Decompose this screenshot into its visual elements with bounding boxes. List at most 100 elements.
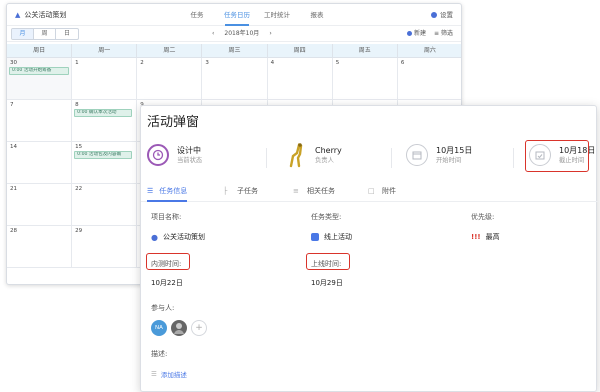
- weekday: 周三: [202, 44, 268, 57]
- project-icon: ▲: [15, 10, 21, 19]
- day-number: 28: [10, 228, 17, 234]
- view-switcher: 月 周 日: [11, 27, 79, 40]
- add-description-link[interactable]: ☰ 添加描述: [151, 369, 187, 379]
- calendar-event[interactable]: 0:00 活动开始筹备: [9, 67, 69, 75]
- calendar-event[interactable]: 0:00 活动包及内容确: [74, 151, 133, 159]
- priority-icon: !!!: [471, 233, 481, 241]
- owner-label: 负责人: [315, 156, 334, 164]
- related-icon: ≡: [293, 186, 299, 195]
- day-number: 21: [10, 186, 17, 192]
- day-number: 15: [75, 144, 83, 150]
- tab-label: 子任务: [237, 187, 258, 195]
- day-cell[interactable]: 6: [398, 58, 461, 99]
- tab-tasks[interactable]: 任务: [177, 4, 217, 26]
- divider: [266, 148, 267, 168]
- new-button[interactable]: 新建: [407, 26, 426, 42]
- owner-item[interactable]: Cherry 负责人: [283, 142, 342, 168]
- weekday: 周五: [333, 44, 398, 57]
- avatar[interactable]: NA: [151, 320, 167, 336]
- launch-time-highlight: [306, 253, 350, 270]
- main-tabs: 任务 任务日历 工时统计 报表: [177, 4, 337, 26]
- view-week-button[interactable]: 周: [34, 28, 56, 39]
- day-cell[interactable]: 1: [72, 58, 138, 99]
- week-row: 30 0:00 活动开始筹备 1 2 3 4 5 6: [7, 58, 461, 100]
- day-cell[interactable]: 29: [72, 226, 138, 267]
- team-icon: ●: [151, 232, 158, 242]
- day-cell[interactable]: 5: [333, 58, 398, 99]
- avatar[interactable]: [171, 320, 187, 336]
- task-popup: 活动弹窗 设计中 当前状态 Cherry 负责人 10月15日 开始时间 10月18日…: [140, 105, 598, 392]
- tab-task-calendar[interactable]: 任务日历: [217, 4, 257, 26]
- calendar-toolbar: 月 周 日 ‹ 2018年10月 › 新建 ≡ 筛选: [7, 26, 461, 42]
- text-icon: ☰: [151, 370, 157, 378]
- giraffe-avatar-icon: [289, 143, 303, 168]
- tab-attachments[interactable]: □ 附件: [368, 182, 396, 200]
- day-cell[interactable]: 2: [137, 58, 203, 99]
- status-value: 设计中: [177, 145, 201, 155]
- day-number: 7: [10, 102, 14, 108]
- day-cell[interactable]: 4: [268, 58, 333, 99]
- filter-icon: ≡: [434, 29, 441, 37]
- day-cell[interactable]: 7: [7, 100, 73, 141]
- day-number: 3: [205, 60, 209, 66]
- filter-button[interactable]: ≡ 筛选: [434, 26, 453, 42]
- prev-month-icon[interactable]: ‹: [212, 26, 214, 42]
- priority-value[interactable]: !!! 最高: [471, 232, 500, 242]
- tab-reports[interactable]: 报表: [297, 4, 337, 26]
- day-number: 22: [75, 186, 83, 192]
- next-month-icon[interactable]: ›: [269, 26, 271, 42]
- day-cell[interactable]: 14: [7, 142, 73, 183]
- tab-worktime[interactable]: 工时统计: [257, 4, 297, 26]
- weekday: 周四: [268, 44, 333, 57]
- task-type-value[interactable]: 线上活动: [311, 232, 352, 242]
- priority-text: 最高: [485, 233, 500, 241]
- project-title[interactable]: ▲ 公关活动策划: [15, 10, 66, 20]
- project-name-text: 公关活动策划: [162, 233, 205, 241]
- divider: [513, 148, 514, 168]
- month-nav: ‹ 2018年10月 ›: [212, 26, 272, 42]
- tab-related-tasks[interactable]: ≡ 相关任务: [293, 182, 335, 200]
- launch-time-value[interactable]: 10月29日: [311, 278, 343, 288]
- status-item[interactable]: 设计中 当前状态: [147, 144, 202, 166]
- attachment-icon: □: [368, 186, 375, 195]
- weekday: 周一: [72, 44, 138, 57]
- day-number: 29: [75, 228, 83, 234]
- internal-test-highlight: [146, 253, 190, 270]
- owner-value: Cherry: [315, 145, 342, 155]
- subtask-icon: ├: [223, 186, 228, 195]
- day-number: 6: [400, 60, 405, 66]
- calendar-event[interactable]: 0:00 确认本次活动: [74, 109, 133, 117]
- day-cell[interactable]: 3: [202, 58, 268, 99]
- start-time-item[interactable]: 10月15日 开始时间: [406, 144, 472, 166]
- day-cell[interactable]: 8 0:00 确认本次活动: [72, 100, 138, 141]
- month-label: 2018年10月: [224, 29, 260, 37]
- project-name-value[interactable]: ● 公关活动策划: [151, 232, 205, 242]
- day-cell[interactable]: 28: [7, 226, 73, 267]
- participants-label: 参与人:: [151, 304, 175, 312]
- divider: [391, 148, 392, 168]
- priority-label: 优先级:: [471, 213, 495, 221]
- weekday: 周二: [137, 44, 203, 57]
- day-cell[interactable]: 30 0:00 活动开始筹备: [7, 58, 73, 99]
- view-day-button[interactable]: 日: [56, 29, 78, 39]
- day-cell[interactable]: 22: [72, 184, 138, 225]
- start-value: 10月15日: [436, 145, 473, 155]
- tab-label: 相关任务: [307, 187, 335, 195]
- tab-subtasks[interactable]: ├ 子任务: [223, 182, 258, 200]
- day-cell[interactable]: 15 0:00 活动包及内容确: [72, 142, 138, 183]
- add-description-text: 添加描述: [160, 371, 187, 379]
- settings-button[interactable]: 设置: [431, 4, 453, 26]
- day-cell[interactable]: 21: [7, 184, 73, 225]
- settings-label: 设置: [440, 11, 453, 19]
- project-name: 公关活动策划: [24, 10, 67, 19]
- start-label: 开始时间: [436, 156, 462, 164]
- add-participant-button[interactable]: +: [191, 320, 207, 336]
- tab-label: 任务信息: [159, 187, 188, 195]
- popup-title: 活动弹窗: [147, 115, 200, 130]
- weekday: 周日: [7, 44, 73, 57]
- avatar-photo-icon: [174, 323, 184, 334]
- tab-task-info[interactable]: ☰ 任务信息: [147, 182, 188, 202]
- type-icon: [311, 233, 319, 241]
- view-month-button[interactable]: 月: [12, 28, 34, 39]
- internal-test-value[interactable]: 10月22日: [151, 278, 183, 288]
